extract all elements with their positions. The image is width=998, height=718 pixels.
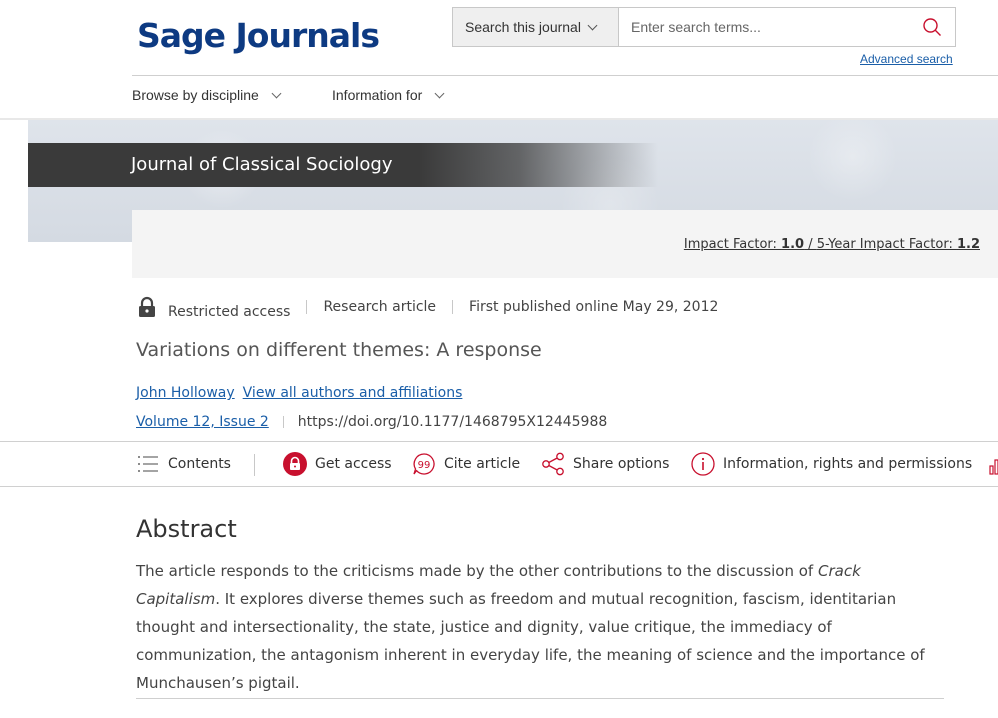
- author-link[interactable]: John Holloway: [136, 385, 235, 401]
- meta-divider: [282, 416, 284, 428]
- nav-browse-by-discipline[interactable]: Browse by discipline: [132, 87, 282, 103]
- article-type: Research article: [323, 299, 437, 315]
- search-button[interactable]: [909, 8, 955, 46]
- access-status: Restricted access: [168, 304, 291, 320]
- bar-chart-icon: [984, 452, 998, 476]
- search-scope-label: Search this journal: [465, 19, 581, 35]
- lock-icon: [139, 296, 155, 317]
- nav-information-for[interactable]: Information for: [332, 87, 445, 103]
- author-list: John Holloway View all authors and affili…: [136, 385, 470, 401]
- search-icon: [923, 18, 941, 36]
- abstract-text-part: The article responds to the criticisms m…: [136, 562, 818, 580]
- contents-button[interactable]: Contents: [136, 452, 231, 476]
- impact-factor-label: Impact Factor:: [683, 237, 782, 252]
- chevron-down-icon: [587, 20, 598, 30]
- search-bar: Search this journal: [452, 7, 956, 47]
- section-divider: [136, 698, 944, 699]
- abstract-text: The article responds to the criticisms m…: [136, 557, 946, 697]
- share-options-label: Share options: [573, 456, 670, 472]
- chevron-down-icon: [271, 88, 282, 98]
- published-date: First published online May 29, 2012: [469, 299, 719, 315]
- get-access-button[interactable]: Get access: [283, 452, 392, 476]
- header-divider: [132, 75, 998, 76]
- five-year-impact-value: 1.2: [956, 237, 980, 252]
- volume-issue-link[interactable]: Volume 12, Issue 2: [136, 414, 269, 430]
- meta-divider: [452, 300, 454, 314]
- nav-label: Information for: [332, 87, 423, 103]
- advanced-search-link[interactable]: Advanced search: [860, 52, 953, 66]
- impact-factor-separator: /: [804, 237, 817, 252]
- abstract-heading: Abstract: [136, 515, 237, 543]
- abstract-text-part: . It explores diverse themes such as fre…: [136, 590, 925, 692]
- impact-factor-box: Impact Factor: 1.0 / 5-Year Impact Facto…: [132, 210, 998, 278]
- svg-text:99: 99: [418, 460, 431, 471]
- get-access-label: Get access: [315, 456, 392, 472]
- meta-divider: [306, 300, 308, 314]
- info-icon: [691, 452, 715, 476]
- journal-title[interactable]: Journal of Classical Sociology: [131, 154, 393, 175]
- share-options-button[interactable]: Share options: [541, 452, 669, 476]
- contents-label: Contents: [168, 456, 231, 472]
- search-scope-dropdown[interactable]: Search this journal: [453, 8, 619, 46]
- impact-factor-value: 1.0: [781, 237, 805, 252]
- red-lock-icon: [283, 452, 307, 476]
- share-icon: [541, 452, 565, 476]
- view-all-authors-link[interactable]: View all authors and affiliations: [243, 385, 463, 401]
- quote-bubble-icon: 99: [412, 452, 436, 476]
- five-year-impact-label: 5-Year Impact Factor:: [816, 237, 957, 252]
- list-icon: [136, 452, 160, 476]
- toolbar-divider: [254, 454, 255, 476]
- article-meta: Restricted access Research article First…: [136, 294, 718, 320]
- impact-factor-link[interactable]: Impact Factor: 1.0 / 5-Year Impact Facto…: [684, 237, 980, 252]
- cite-article-label: Cite article: [444, 456, 521, 472]
- chevron-down-icon: [434, 88, 445, 98]
- doi-link[interactable]: https://doi.org/10.1177/1468795X12445988: [298, 414, 607, 430]
- nav-label: Browse by discipline: [132, 87, 259, 103]
- search-input[interactable]: [619, 8, 909, 46]
- metrics-button[interactable]: [984, 452, 998, 476]
- article-title: Variations on different themes: A respon…: [136, 339, 542, 361]
- cite-article-button[interactable]: 99 Cite article: [412, 452, 520, 476]
- sage-journals-logo[interactable]: Sage Journals: [137, 16, 380, 55]
- information-rights-button[interactable]: Information, rights and permissions: [691, 452, 972, 476]
- volume-doi-row: Volume 12, Issue 2 https://doi.org/10.11…: [136, 414, 607, 430]
- article-toolbar: Contents Get access 99 Cite article Shar…: [0, 441, 998, 487]
- information-rights-label: Information, rights and permissions: [723, 456, 973, 472]
